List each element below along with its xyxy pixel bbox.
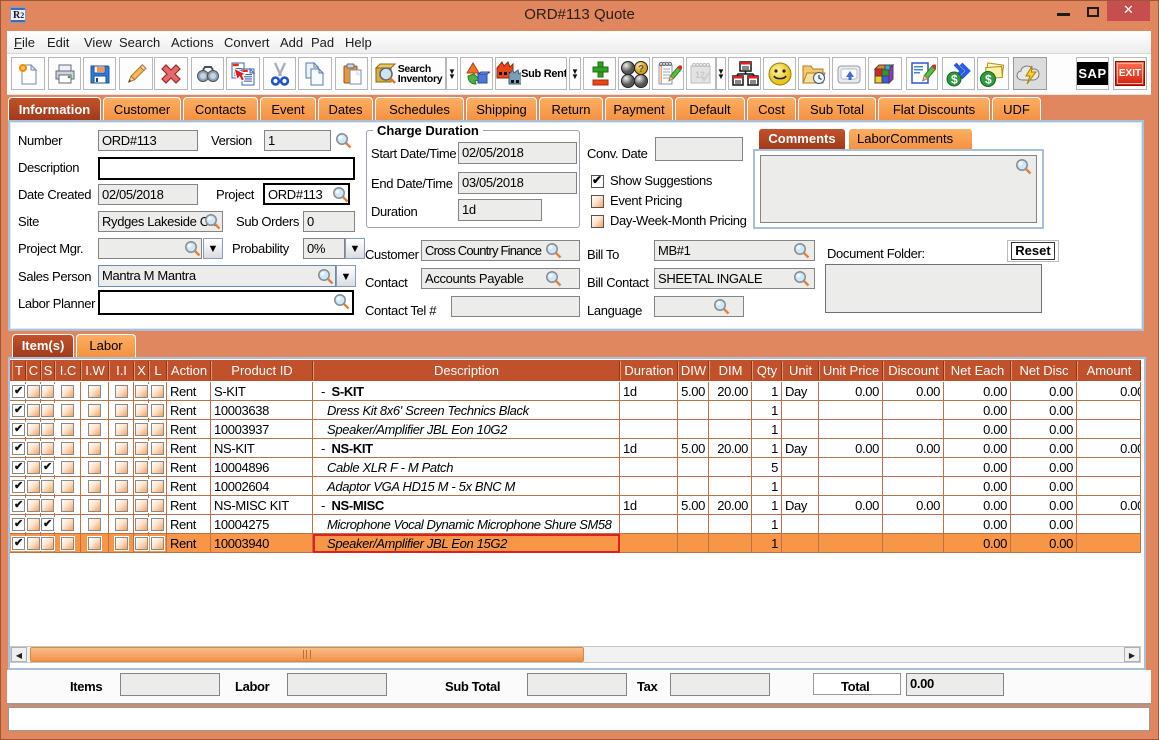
svg-text:$: $ bbox=[985, 72, 992, 86]
svg-text:?: ? bbox=[638, 64, 644, 75]
svg-text:$: $ bbox=[951, 72, 958, 86]
